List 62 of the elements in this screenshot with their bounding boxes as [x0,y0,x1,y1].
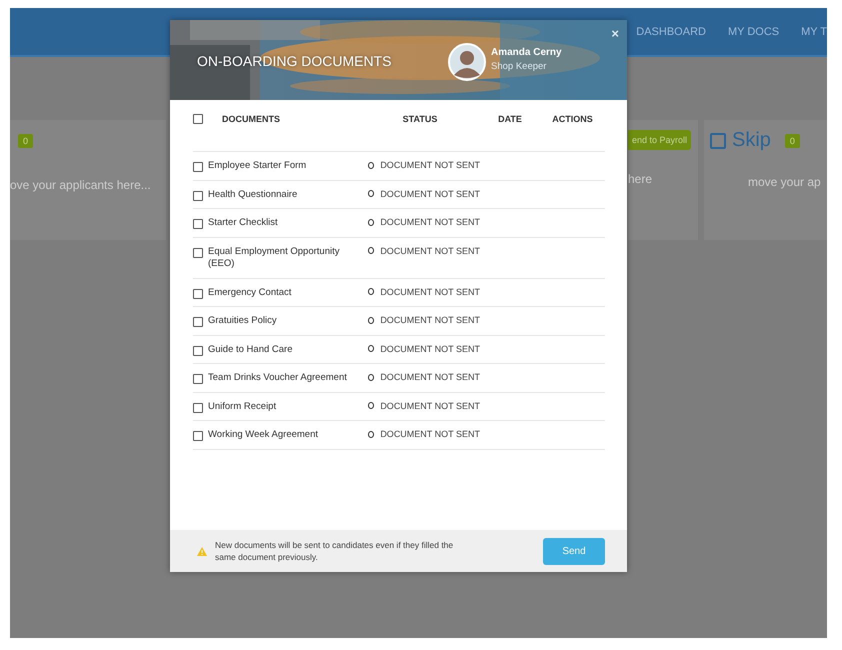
column-title: Skip [732,129,771,152]
avatar-icon [448,43,486,81]
status-text: DOCUMENT NOT SENT [380,246,480,256]
drop-hint: here [628,172,654,186]
checkbox[interactable] [193,190,203,200]
status-icon [368,316,374,324]
nav-link[interactable]: MY T [801,26,827,38]
document-name: Working Week Agreement [208,429,320,442]
warning-icon [197,546,207,556]
status-text: DOCUMENT NOT SENT [380,188,480,198]
document-name: Emergency Contact [208,286,292,299]
document-name: Guide to Hand Care [208,344,294,356]
document-name: Gratuities Policy [208,315,278,328]
checkbox[interactable] [193,317,203,327]
column-header: STATUS [402,114,438,124]
status-text: DOCUMENT NOT SENT [380,286,480,296]
drop-hint: ove your applicants here... [10,178,152,192]
column-header: DATE [497,114,523,124]
document-name: Starter Checklist [208,217,279,230]
checkbox[interactable] [193,431,203,441]
nav-link[interactable]: DASHBOARD [636,26,706,38]
count-badge: 0 [784,134,800,148]
status-icon [368,190,374,197]
document-name: Health Questionnaire [208,188,298,201]
status-icon [368,374,374,380]
status-text: DOCUMENT NOT SENT [380,400,480,410]
checkbox[interactable] [193,162,203,172]
checkbox[interactable] [193,248,203,258]
checkbox[interactable] [193,374,203,384]
status-icon [368,402,374,409]
send-to-payroll-button[interactable]: end to Payroll [628,130,692,150]
drop-hint: move your ap [748,175,822,189]
status-text: DOCUMENT NOT SENT [380,217,480,227]
checkbox[interactable] [193,219,203,229]
checkbox[interactable] [193,114,203,124]
nav-link[interactable]: MY DOCS [728,26,780,38]
status-icon [368,162,374,168]
status-icon [368,430,374,438]
count-badge: 0 [18,134,34,148]
checkbox[interactable] [193,346,203,356]
document-name: Team Drinks Voucher Agreement [208,372,348,384]
checkbox[interactable] [710,132,726,148]
checkbox[interactable] [193,288,203,298]
status-text: DOCUMENT NOT SENT [380,429,480,439]
status-icon [368,288,374,295]
close-button[interactable]: × [609,26,621,41]
column-header: DOCUMENTS [221,114,281,124]
status-icon [368,345,374,352]
status-icon [368,247,374,254]
column-header: ACTIONS [551,114,594,124]
status-text: DOCUMENT NOT SENT [380,344,480,354]
document-name: Equal Employment Opportunity (EEO) [208,246,340,270]
status-text: DOCUMENT NOT SENT [380,315,480,325]
status-icon [368,218,374,226]
user-name: Amanda Cerny [491,47,562,58]
warning-message: New documents will be sent to candidates even if they filled the same document previously. [215,539,454,563]
status-text: DOCUMENT NOT SENT [380,160,480,170]
status-text: DOCUMENT NOT SENT [380,372,480,382]
document-name: Employee Starter Form [208,160,308,172]
send-button[interactable]: Send [543,538,605,564]
checkbox[interactable] [193,402,203,412]
document-name: Uniform Receipt [208,400,278,413]
